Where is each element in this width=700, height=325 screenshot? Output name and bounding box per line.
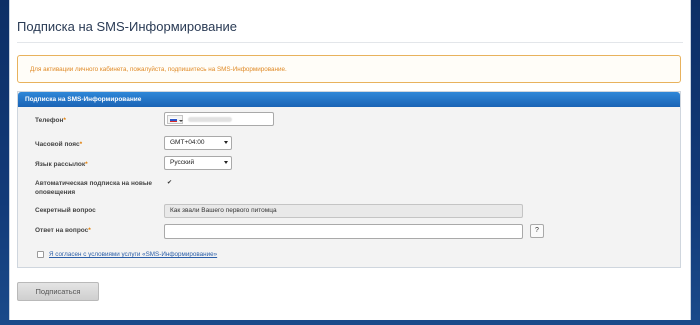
phone-value-blurred [188, 117, 232, 122]
question-mark-icon: ? [535, 227, 539, 234]
phone-label: Телефон* [35, 117, 66, 124]
timezone-value: GMT+04:00 [170, 139, 205, 146]
page-title: Подписка на SMS-Информирование [17, 19, 238, 34]
activation-alert: Для активации личного кабинета, пожалуйс… [17, 55, 681, 83]
language-select[interactable]: Русский [164, 156, 232, 170]
help-button[interactable]: ? [530, 224, 544, 238]
panel-title: Подписка на SMS-Информирование [25, 96, 142, 103]
language-value: Русский [170, 159, 195, 166]
secret-answer-label: Ответ на вопрос* [35, 227, 91, 234]
auto-subscribe-checkbox[interactable]: ✔ [166, 180, 173, 188]
subscribe-button-label: Подписаться [35, 287, 81, 296]
secret-question-value: Как звали Вашего первого питомца [170, 207, 277, 214]
agreement-checkbox[interactable] [37, 251, 44, 258]
checkmark-icon: ✔ [166, 180, 173, 186]
country-flag-dropdown[interactable] [167, 115, 183, 124]
ru-flag-icon [170, 118, 177, 122]
chevron-down-icon [224, 141, 228, 144]
alert-text: Для активации личного кабинета, пожалуйс… [30, 66, 287, 73]
chevron-down-icon [179, 120, 183, 122]
page-container: Подписка на SMS-Информирование Для актив… [9, 0, 691, 320]
chevron-down-icon [224, 161, 228, 164]
language-label: Язык рассылок* [35, 161, 88, 168]
secret-question-label: Секретный вопрос [35, 207, 96, 214]
auto-subscribe-label: Автоматическая подписка на новые оповеще… [35, 180, 153, 196]
panel-header: Подписка на SMS-Информирование [18, 92, 680, 107]
subscription-panel: Подписка на SMS-Информирование Телефон* … [17, 91, 681, 268]
timezone-select[interactable]: GMT+04:00 [164, 136, 232, 150]
subscribe-button[interactable]: Подписаться [17, 282, 99, 301]
agreement-link[interactable]: Я согласен с условиями услуги «SMS-Инфор… [49, 251, 217, 258]
secret-answer-input[interactable] [164, 224, 523, 239]
phone-input[interactable] [164, 112, 274, 126]
title-divider [17, 42, 683, 43]
timezone-label: Часовой пояс* [35, 141, 83, 148]
secret-question-field: Как звали Вашего первого питомца [164, 204, 523, 218]
